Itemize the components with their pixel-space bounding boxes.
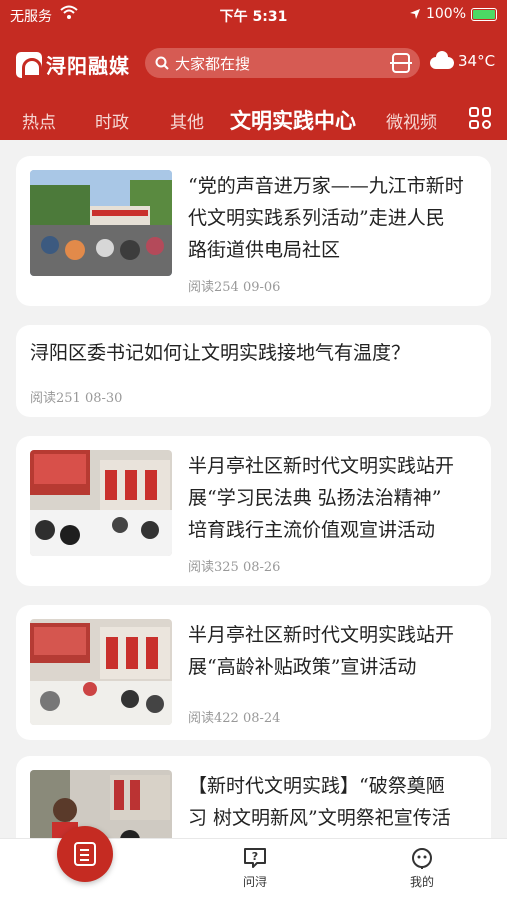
app-logo: 浔阳融媒 [16,50,130,79]
article-meta: 阅读251 08-30 [30,391,123,406]
article-title[interactable]: 半月亭社区新时代文明实践站开 展“学习民法典 弘扬法治精神” 培育践行主流价值观… [188,450,483,546]
article-thumbnail [30,450,172,556]
article-card[interactable]: 半月亭社区新时代文明实践站开 展“学习民法典 弘扬法治精神” 培育践行主流价值观… [16,436,491,586]
nav-mine[interactable]: 我的 [392,847,452,890]
profile-icon [412,848,432,869]
status-bar: 无服务 下午 5:31 100% [0,0,507,30]
article-card[interactable]: 半月亭社区新时代文明实践站开 展“高龄补贴政策”宣讲活动 阅读422 08-24 [16,605,491,740]
nav-ask-label: 问浔 [242,875,267,889]
category-tabs: 热点 时政 其他 文明实践中心 微视频 [0,100,507,138]
temperature: 34°C [458,52,496,70]
search-icon [155,56,169,70]
weather[interactable]: 34°C [430,51,496,70]
article-meta: 阅读254 09-06 [188,280,281,295]
article-title[interactable]: 浔阳区委书记如何让文明实践接地气有温度？ [30,337,480,369]
article-title[interactable]: 【新时代文明实践】“破祭奠陋 习 树文明新风”文明祭祀宣传活 [188,770,483,834]
nav-mine-label: 我的 [409,875,434,889]
svg-text:?: ? [252,850,258,863]
tab-other[interactable]: 其他 [170,108,204,133]
battery-icon [471,7,497,21]
bottom-nav: ? 问浔 我的 [0,826,507,900]
nav-ask[interactable]: ? 问浔 [225,847,285,890]
app-name: 浔阳融媒 [46,54,130,78]
search-placeholder: 大家都在搜 [175,54,251,73]
article-thumbnail [30,170,172,276]
article-thumbnail [30,619,172,725]
channel-grid-icon[interactable] [469,107,491,129]
article-title[interactable]: “党的声音进万家——九江市新时 代文明实践系列活动”走进人民 路街道供电局社区 [188,170,483,266]
article-meta: 阅读422 08-24 [188,711,281,726]
article-card[interactable]: 浔阳区委书记如何让文明实践接地气有温度？ 阅读251 08-30 [16,325,491,417]
article-card[interactable]: “党的声音进万家——九江市新时 代文明实践系列活动”走进人民 路街道供电局社区 … [16,156,491,306]
search-bar[interactable]: 大家都在搜 [145,48,420,78]
article-title[interactable]: 半月亭社区新时代文明实践站开 展“高龄补贴政策”宣讲活动 [188,619,483,683]
scan-icon[interactable] [390,53,412,73]
home-button[interactable] [57,826,113,882]
battery-percent: 100% [425,6,466,22]
cloud-icon [430,51,454,69]
app-header: 浔阳融媒 大家都在搜 34°C 热点 时政 其他 文明实践中心 微视频 [0,30,507,140]
tab-hot[interactable]: 热点 [22,108,56,133]
tab-civilization-center[interactable]: 文明实践中心 [230,105,356,135]
tab-politics[interactable]: 时政 [95,108,129,133]
news-icon [74,842,96,866]
location-icon [409,9,420,19]
tab-micro-video[interactable]: 微视频 [386,108,437,133]
question-icon: ? [244,848,266,868]
article-meta: 阅读325 08-26 [188,560,281,575]
logo-icon [16,51,42,78]
